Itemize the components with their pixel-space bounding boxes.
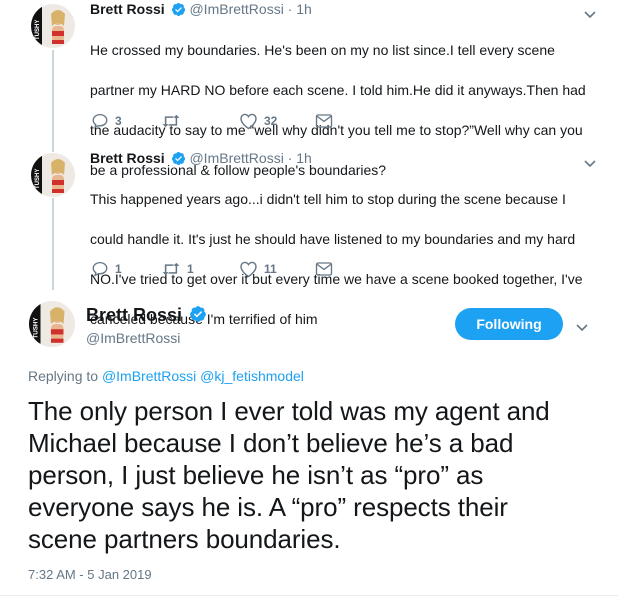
author-name[interactable]: Brett Rossi: [86, 305, 207, 328]
tweet-text-line: person, I just believe he isn’t as “pro”…: [28, 460, 484, 490]
author-handle[interactable]: @ImBrettRossi: [189, 1, 283, 17]
chevron-down-icon[interactable]: [576, 319, 588, 337]
reply-count: 1: [115, 262, 122, 276]
divider: [0, 595, 618, 596]
replying-to-link[interactable]: @kj_fetishmodel: [200, 368, 304, 384]
like-button[interactable]: 32: [239, 112, 315, 130]
envelope-icon: [315, 113, 333, 129]
tweet-header: Brett Rossi @ImBrettRossi · 1h: [90, 0, 312, 21]
tweet-text-line: scene partners boundaries.: [28, 524, 341, 554]
avatar[interactable]: TUSHY: [31, 4, 75, 48]
tweet-text-line: everyone says he is. A “pro” respects th…: [28, 492, 508, 522]
tweet-text-line: partner my HARD NO before each scene. I …: [90, 82, 586, 98]
heart-icon: [239, 112, 258, 130]
like-count: 11: [264, 262, 277, 276]
tweet-actions: 1 1 11: [91, 260, 333, 278]
like-button[interactable]: 11: [239, 260, 315, 278]
thread-line: [52, 50, 54, 152]
avatar[interactable]: TUSHY: [31, 153, 75, 197]
like-count: 32: [264, 114, 278, 128]
focused-tweet-text: The only person I ever told was my agent…: [28, 395, 598, 555]
tweet-thread-page: TUSHY Brett Rossi @ImBrettRossi · 1h He …: [0, 0, 618, 598]
tweet-actions: 3 32: [91, 112, 333, 130]
tweet-text-line: This happened years ago...i didn't tell …: [90, 191, 566, 207]
verified-badge-icon: [189, 305, 207, 328]
retweet-count: 1: [187, 262, 194, 276]
reply-icon: [91, 112, 109, 130]
author-handle[interactable]: @ImBrettRossi: [189, 150, 283, 166]
retweet-icon: [161, 112, 181, 130]
tweet-time[interactable]: 1h: [296, 1, 312, 17]
replying-prefix: Replying to: [28, 368, 99, 384]
thread-line: [52, 198, 54, 290]
reply-button[interactable]: 1: [91, 260, 161, 278]
avatar[interactable]: TUSHY: [29, 301, 75, 347]
reply-icon: [91, 260, 109, 278]
avatar-logo-text: TUSHY: [35, 20, 41, 40]
separator-dot: ·: [287, 150, 293, 166]
reply-count: 3: [115, 114, 122, 128]
author-name[interactable]: Brett Rossi: [90, 1, 165, 17]
author-name[interactable]: Brett Rossi: [90, 150, 165, 166]
author-handle[interactable]: @ImBrettRossi: [86, 330, 180, 346]
tweet-text-line: The only person I ever told was my agent…: [28, 396, 550, 426]
replying-to-link[interactable]: @ImBrettRossi: [102, 368, 196, 384]
tweet-timestamp[interactable]: 7:32 AM - 5 Jan 2019: [28, 567, 152, 582]
envelope-icon: [315, 261, 333, 277]
tweet-text-line: Michael because I don’t believe he’s a b…: [28, 428, 514, 458]
tweet-text-line: He crossed my boundaries. He's been on m…: [90, 42, 555, 58]
verified-badge-icon: [171, 151, 186, 170]
tweet-time[interactable]: 1h: [296, 150, 312, 166]
author-name-text[interactable]: Brett Rossi: [86, 305, 182, 325]
retweet-button[interactable]: 1: [161, 260, 239, 278]
tweet-header: Brett Rossi @ImBrettRossi · 1h: [90, 149, 312, 170]
tweet-text-line: could handle it. It's just he should hav…: [90, 231, 576, 247]
separator-dot: ·: [287, 1, 293, 17]
retweet-icon: [161, 260, 181, 278]
following-button[interactable]: Following: [455, 308, 563, 340]
reply-button[interactable]: 3: [91, 112, 161, 130]
avatar-logo-text: TUSHY: [32, 317, 39, 339]
direct-message-button[interactable]: [315, 261, 333, 277]
avatar-logo-text: TUSHY: [35, 169, 41, 189]
direct-message-button[interactable]: [315, 113, 333, 129]
verified-badge-icon: [171, 2, 186, 21]
retweet-button[interactable]: [161, 112, 239, 130]
heart-icon: [239, 260, 258, 278]
replying-to: Replying to @ImBrettRossi @kj_fetishmode…: [28, 368, 304, 384]
